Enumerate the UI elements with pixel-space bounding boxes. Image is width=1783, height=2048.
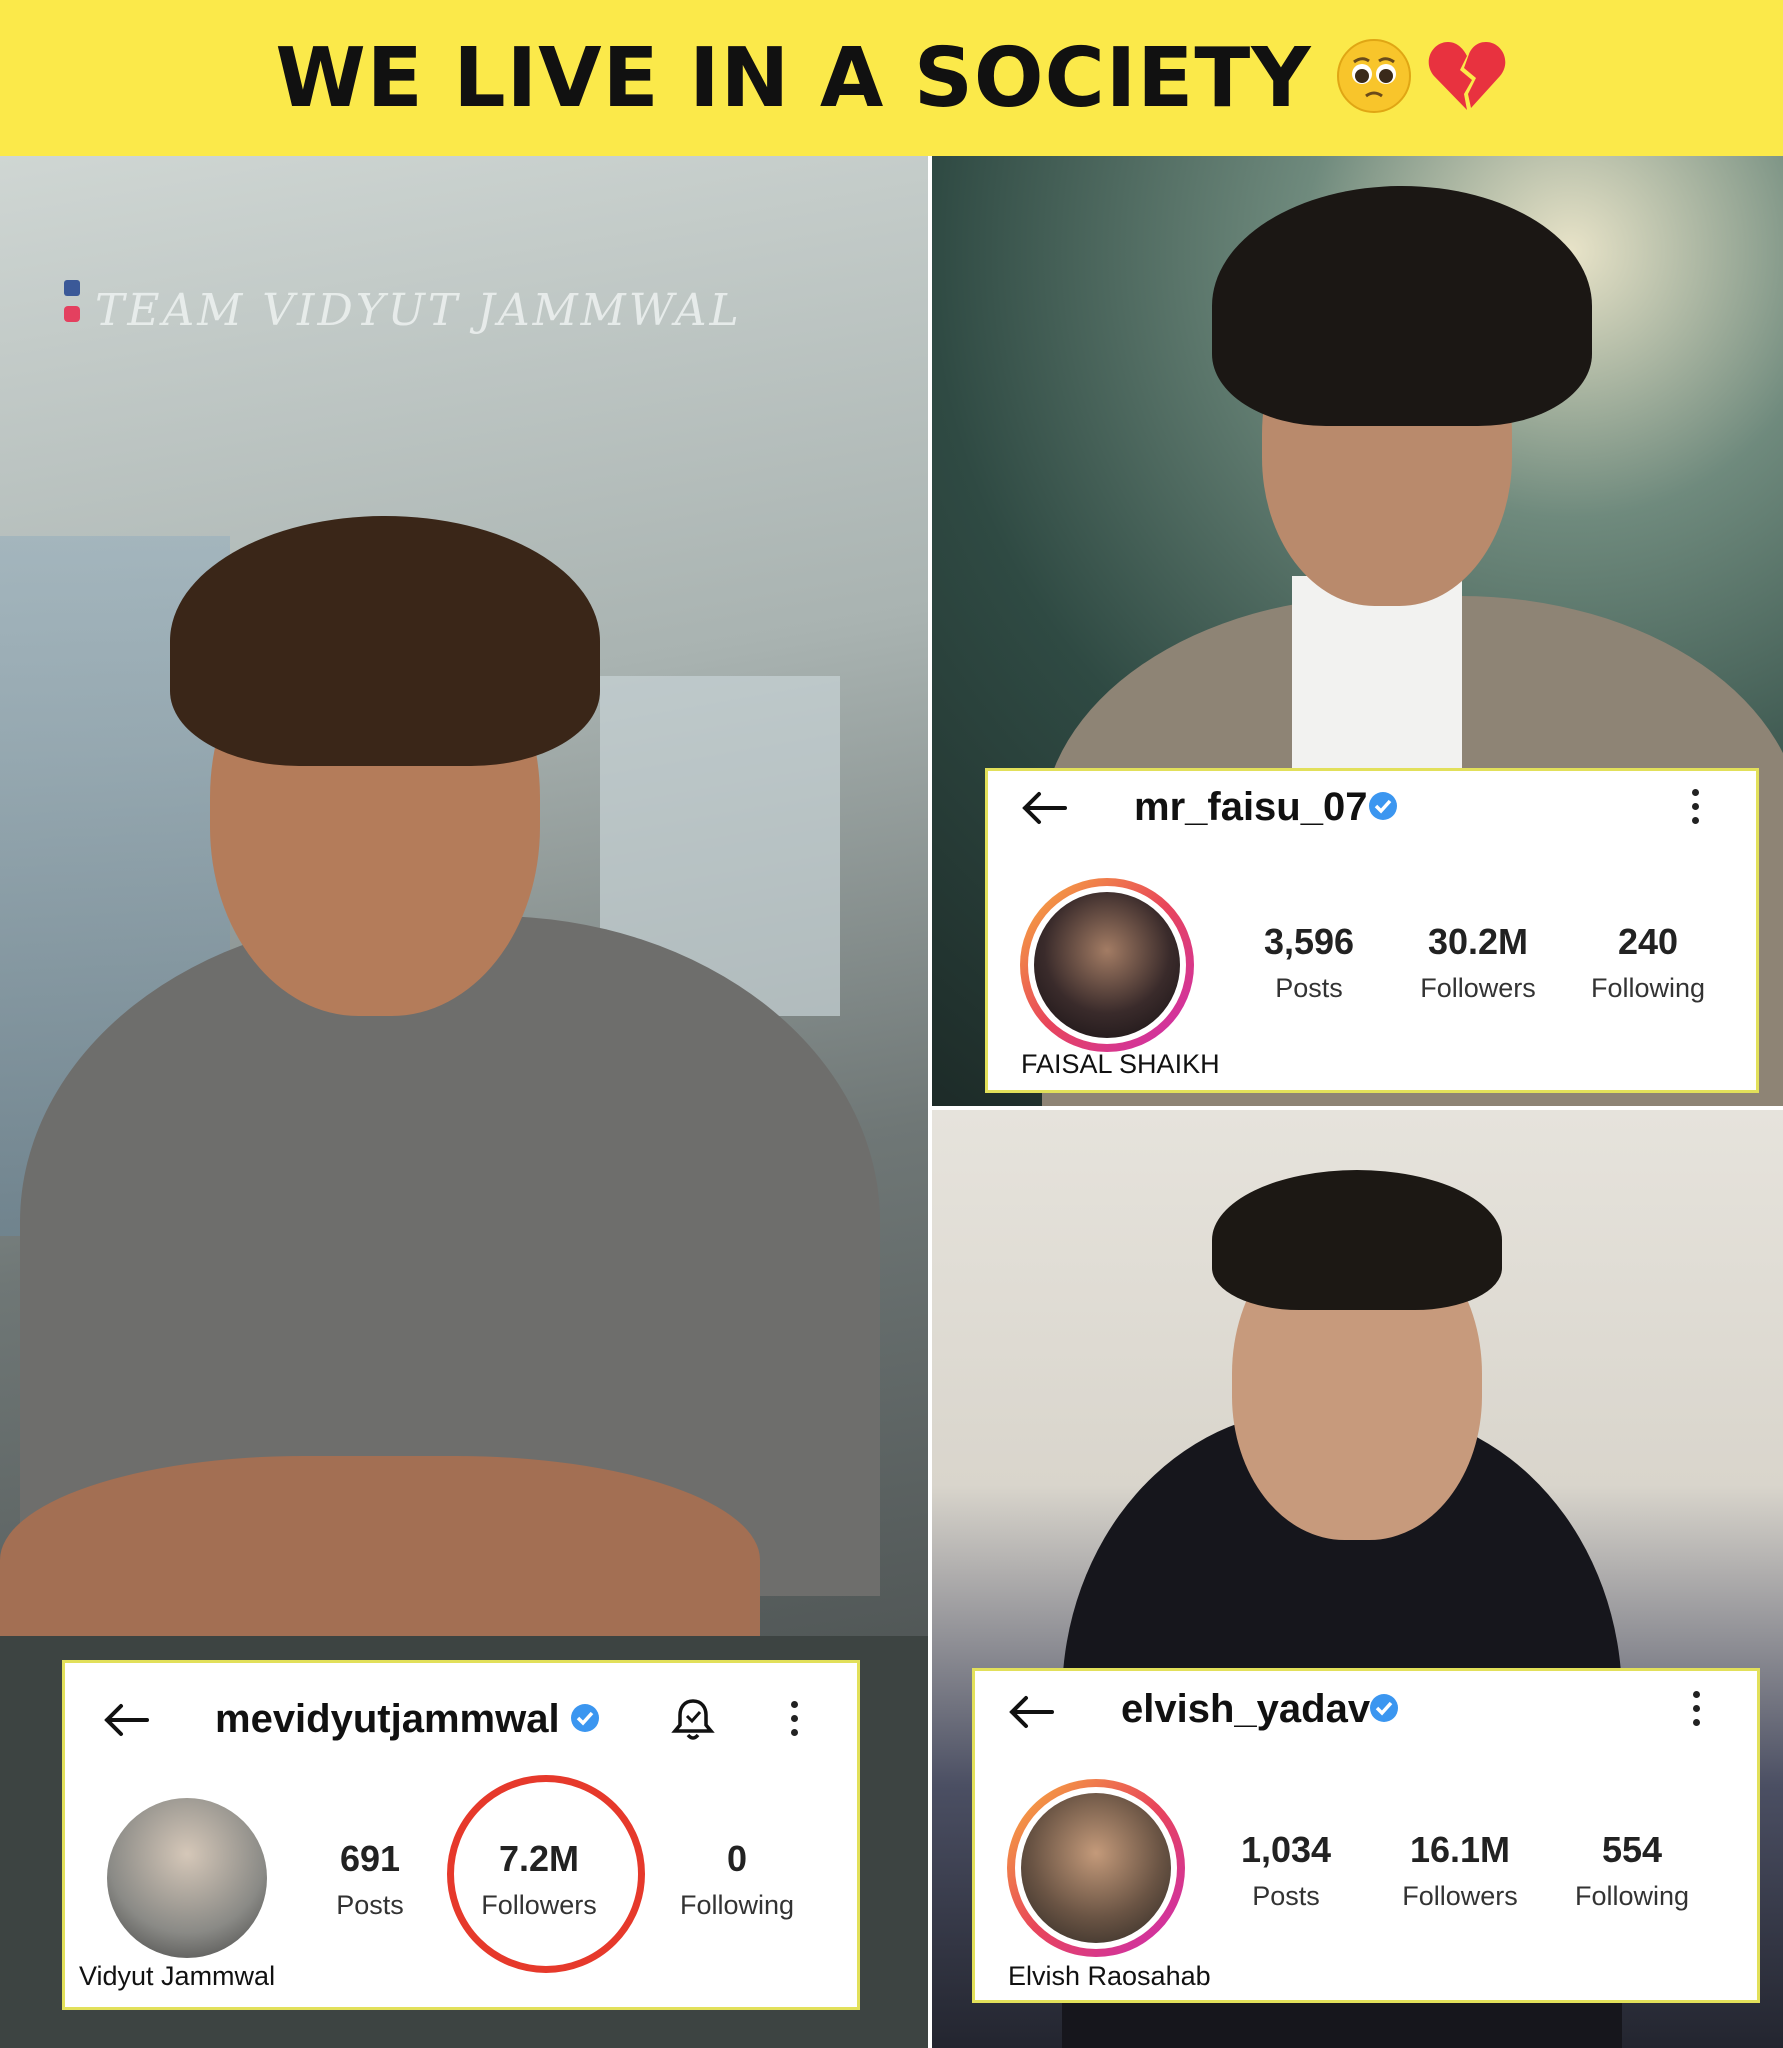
profile-avatar[interactable] [1034, 892, 1180, 1038]
followers-stat[interactable]: 7.2M Followers [454, 1838, 624, 1921]
more-options-icon[interactable] [1693, 1691, 1701, 1733]
back-arrow-icon[interactable] [1008, 1695, 1054, 1729]
profile-display-name: FAISAL SHAIKH [1021, 1049, 1220, 1079]
posts-count: 691 [339, 1838, 401, 1879]
following-label: Following [1574, 1881, 1690, 1911]
posts-label: Posts [336, 1890, 404, 1920]
followers-count: 30.2M [1427, 921, 1529, 962]
profile-card-elvish: elvish_yadav Elvish Raosahab 1,034 Posts… [972, 1668, 1760, 2003]
profile-username: elvish_yadav [1121, 1687, 1371, 1731]
posts-stat[interactable]: 3,596 Posts [1224, 921, 1394, 1004]
posts-label: Posts [1275, 973, 1343, 1003]
watermark-text: TEAM VIDYUT JAMMWAL [95, 285, 742, 336]
profile-avatar[interactable] [107, 1798, 267, 1958]
following-label: Following [679, 1890, 795, 1920]
followers-count: 16.1M [1409, 1829, 1511, 1870]
posts-stat[interactable]: 1,034 Posts [1201, 1829, 1371, 1912]
header-banner: WE LIVE IN A SOCIETY [0, 0, 1783, 156]
notification-bell-icon[interactable] [670, 1695, 716, 1743]
posts-count: 1,034 [1240, 1829, 1332, 1870]
posts-label: Posts [1252, 1881, 1320, 1911]
banner-title: WE LIVE IN A SOCIETY [275, 30, 1312, 126]
profile-avatar[interactable] [1021, 1793, 1171, 1943]
following-stat[interactable]: 0 Following [652, 1838, 822, 1921]
followers-count: 7.2M [498, 1838, 580, 1879]
more-options-icon[interactable] [791, 1701, 799, 1743]
profile-display-name: Vidyut Jammwal [79, 1961, 276, 1991]
following-count: 0 [726, 1838, 748, 1879]
broken-heart-icon [1426, 38, 1508, 119]
followers-label: Followers [1420, 973, 1536, 1003]
profile-card-faisu: mr_faisu_07 FAISAL SHAIKH 3,596 Posts 30… [985, 768, 1759, 1093]
more-options-icon[interactable] [1692, 789, 1700, 831]
profile-display-name: Elvish Raosahab [1008, 1961, 1211, 1991]
verified-badge-icon [571, 1704, 599, 1732]
back-arrow-icon[interactable] [103, 1703, 149, 1737]
posts-count: 3,596 [1263, 921, 1355, 962]
back-arrow-icon[interactable] [1021, 791, 1067, 825]
profile-username: mevidyutjammwal [215, 1697, 560, 1741]
posts-stat[interactable]: 691 Posts [285, 1838, 455, 1921]
followers-label: Followers [481, 1890, 597, 1920]
followers-label: Followers [1402, 1881, 1518, 1911]
pleading-face-icon [1336, 38, 1412, 119]
following-stat[interactable]: 554 Following [1547, 1829, 1717, 1912]
verified-badge-icon [1369, 792, 1397, 820]
following-label: Following [1590, 973, 1706, 1003]
watermark-social-icons [64, 280, 80, 322]
followers-stat[interactable]: 16.1M Followers [1375, 1829, 1545, 1912]
verified-badge-icon [1370, 1694, 1398, 1722]
profile-username: mr_faisu_07 [1134, 785, 1368, 829]
following-stat[interactable]: 240 Following [1563, 921, 1733, 1004]
profile-card-vidyut: mevidyutjammwal Vidyut Jammwal 691 Posts… [62, 1660, 860, 2010]
followers-stat[interactable]: 30.2M Followers [1393, 921, 1563, 1004]
following-count: 554 [1601, 1829, 1663, 1870]
following-count: 240 [1617, 921, 1679, 962]
